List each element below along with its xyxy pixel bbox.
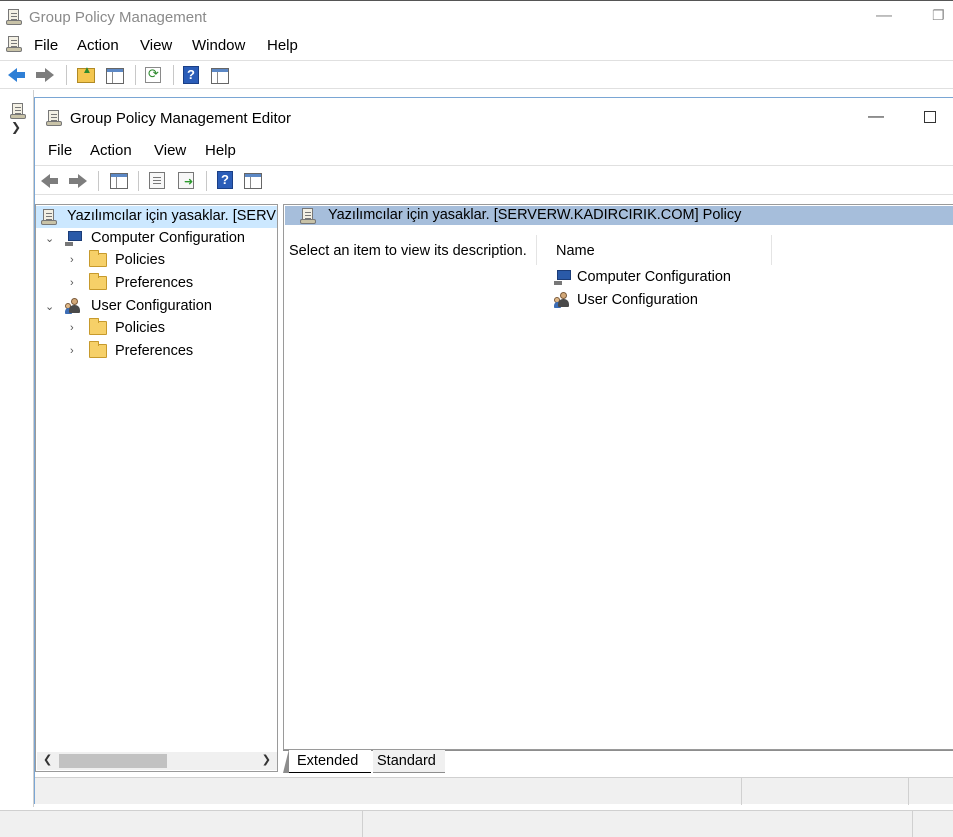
tab-standard[interactable]: Standard <box>373 750 445 773</box>
outer-menu-action[interactable]: Action <box>77 37 119 54</box>
chevron-right-icon[interactable]: › <box>70 277 74 289</box>
toolbar-separator <box>66 65 67 85</box>
properties-icon[interactable] <box>149 172 165 189</box>
column-divider <box>536 235 537 265</box>
users-icon <box>65 298 83 315</box>
column-divider[interactable] <box>771 235 772 265</box>
outer-menu-view[interactable]: View <box>140 37 172 54</box>
scroll-left-icon[interactable]: ❮ <box>43 753 52 766</box>
chevron-right-icon[interactable]: › <box>70 322 74 334</box>
back-arrow-icon[interactable] <box>8 65 28 85</box>
toolbar-separator <box>135 65 136 85</box>
tree-item-label: Preferences <box>115 275 194 291</box>
outer-tree-strip: ❯ <box>0 90 34 807</box>
chevron-right-icon[interactable]: › <box>70 254 74 266</box>
tree-item-policy-root[interactable]: Yazılımcılar için yasaklar. [SERVERW.KAD… <box>36 206 277 228</box>
inner-menu-action[interactable]: Action <box>90 142 132 159</box>
outer-status-bar <box>0 810 953 837</box>
up-folder-icon[interactable] <box>77 65 95 83</box>
gpm-editor-window: Group Policy Management Editor — File Ac… <box>34 97 953 805</box>
tab-label: Standard <box>377 753 436 769</box>
show-action-pane-icon[interactable] <box>211 68 229 84</box>
chevron-down-icon[interactable]: ⌄ <box>45 232 54 245</box>
refresh-icon[interactable] <box>145 66 161 83</box>
users-icon <box>554 292 572 309</box>
policy-icon <box>41 208 57 226</box>
forward-arrow-icon[interactable] <box>36 65 56 85</box>
back-arrow-icon[interactable] <box>41 171 61 191</box>
tree-item-label: Policies <box>115 320 165 336</box>
inner-menu-view[interactable]: View <box>154 142 186 159</box>
toolbar-separator <box>206 171 207 191</box>
description-text: Select an item to view its description. <box>289 243 527 259</box>
chevron-down-icon[interactable]: ❯ <box>11 120 21 134</box>
editor-app-icon <box>46 109 62 127</box>
details-header: Yazılımcılar için yasaklar. [SERVERW.KAD… <box>285 206 953 225</box>
list-item-label: User Configuration <box>577 292 698 308</box>
view-tabs: Extended Standard <box>283 749 953 774</box>
tree-pane: Yazılımcılar için yasaklar. [SERVERW.KAD… <box>35 204 278 772</box>
inner-menu-help[interactable]: Help <box>205 142 236 159</box>
scrollbar-thumb[interactable] <box>59 754 167 768</box>
tree-horizontal-scrollbar[interactable]: ❮ ❯ <box>37 752 277 770</box>
show-hide-tree-icon[interactable] <box>106 68 124 84</box>
computer-icon <box>554 270 572 285</box>
tree-item-label: Preferences <box>115 343 194 359</box>
outer-menu-help[interactable]: Help <box>267 37 298 54</box>
folder-icon <box>89 318 107 335</box>
column-header-name[interactable]: Name <box>556 243 595 259</box>
outer-toolbar: ? <box>0 60 953 89</box>
export-list-icon[interactable] <box>178 172 194 189</box>
toolbar-separator <box>173 65 174 85</box>
gpm-app-icon <box>6 8 22 26</box>
outer-menu-app-icon[interactable] <box>6 35 22 53</box>
policy-icon <box>300 207 316 225</box>
inner-window-title: Group Policy Management Editor <box>70 110 291 127</box>
list-item-label: Computer Configuration <box>577 269 731 285</box>
tab-extended[interactable]: Extended <box>283 749 371 773</box>
tree-item-label: Policies <box>115 252 165 268</box>
chevron-down-icon[interactable]: ⌄ <box>45 300 54 313</box>
help-icon[interactable]: ? <box>183 66 199 84</box>
details-pane: Yazılımcılar için yasaklar. [SERVERW.KAD… <box>283 204 953 750</box>
outer-title-bar: Group Policy Management — ❐ <box>0 0 953 32</box>
outer-menu-bar: File Action View Window Help <box>0 32 953 59</box>
outer-menu-window[interactable]: Window <box>192 37 245 54</box>
inner-maximize-button[interactable] <box>924 111 936 123</box>
outer-restore-button[interactable]: ❐ <box>932 7 945 24</box>
forward-arrow-icon[interactable] <box>69 171 89 191</box>
inner-menu-file[interactable]: File <box>48 142 72 159</box>
inner-menu-bar: File Action View Help <box>35 138 953 164</box>
tree-item-label: User Configuration <box>91 298 212 314</box>
tab-label: Extended <box>297 753 359 769</box>
folder-icon <box>89 273 107 290</box>
folder-icon <box>89 250 107 267</box>
scroll-right-icon[interactable]: ❯ <box>262 753 271 766</box>
inner-status-bar <box>35 777 953 805</box>
folder-icon <box>89 341 107 358</box>
toolbar-separator <box>138 171 139 191</box>
help-icon[interactable]: ? <box>217 171 233 189</box>
inner-toolbar: ? <box>35 165 953 195</box>
details-header-title: Yazılımcılar için yasaklar. [SERVERW.KAD… <box>328 207 742 223</box>
gpm-root-icon <box>10 102 26 120</box>
outer-minimize-button[interactable]: — <box>876 7 892 25</box>
inner-minimize-button[interactable]: — <box>868 108 884 126</box>
outer-menu-file[interactable]: File <box>34 37 58 54</box>
show-action-pane-icon[interactable] <box>244 173 262 189</box>
inner-title-bar: Group Policy Management Editor — <box>35 98 953 138</box>
computer-icon <box>65 231 83 246</box>
chevron-right-icon[interactable]: › <box>70 345 74 357</box>
tree-item-label: Yazılımcılar için yasaklar. [SERVERW.KAD… <box>67 208 277 224</box>
tree-item-label: Computer Configuration <box>91 230 245 246</box>
outer-window-title: Group Policy Management <box>29 9 207 26</box>
show-hide-tree-icon[interactable] <box>110 173 128 189</box>
toolbar-separator <box>98 171 99 191</box>
